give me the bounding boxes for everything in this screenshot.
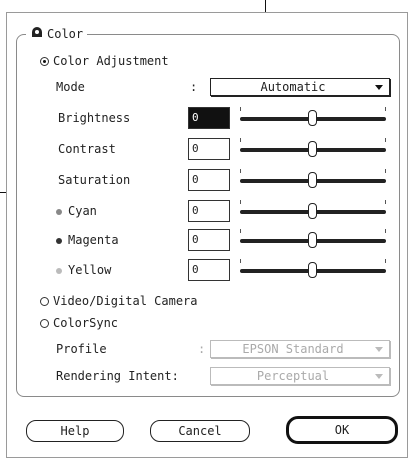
chevron-down-icon: [375, 346, 383, 352]
profile-label: Profile: [56, 342, 107, 356]
saturation-label: Saturation: [58, 173, 131, 187]
cancel-button[interactable]: Cancel: [150, 420, 250, 442]
brightness-field[interactable]: 0: [188, 107, 230, 129]
contrast-label-row: Contrast: [58, 142, 116, 156]
magenta-label: Magenta: [68, 233, 119, 247]
color-group-title: Color: [26, 26, 88, 41]
contrast-slider[interactable]: [240, 138, 386, 160]
contrast-slider-thumb[interactable]: [308, 141, 317, 157]
cyan-label-row: Cyan: [56, 204, 97, 218]
color-adjustment-radio[interactable]: [40, 56, 49, 66]
profile-popup[interactable]: EPSON Standard: [210, 340, 390, 358]
brightness-slider[interactable]: [240, 107, 386, 129]
profile-value: EPSON Standard: [242, 342, 344, 356]
mode-popup[interactable]: Automatic: [210, 78, 390, 96]
cyan-field[interactable]: 0: [188, 200, 230, 222]
video-label: Video/Digital Camera: [53, 294, 198, 308]
cyan-slider-thumb[interactable]: [308, 203, 317, 219]
ok-button[interactable]: OK: [286, 416, 398, 444]
colorsync-label: ColorSync: [53, 316, 119, 330]
rendering-intent-value: Perceptual: [256, 369, 330, 383]
yellow-label-row: Yellow: [56, 263, 111, 277]
contrast-label: Contrast: [58, 142, 116, 156]
brightness-label-row: Brightness: [58, 111, 130, 125]
magenta-field[interactable]: 0: [188, 229, 230, 251]
saturation-slider[interactable]: [240, 169, 386, 191]
color-group-label: Color: [47, 26, 84, 41]
color-wheel-icon: [30, 26, 44, 41]
saturation-slider-thumb[interactable]: [308, 172, 317, 188]
video-option[interactable]: Video/Digital Camera: [40, 294, 198, 308]
contrast-field[interactable]: 0: [188, 138, 230, 160]
saturation-field[interactable]: 0: [188, 169, 230, 191]
cyan-label: Cyan: [68, 204, 97, 218]
mode-colon: :: [190, 80, 198, 94]
magenta-slider[interactable]: [240, 229, 386, 251]
rendering-intent-label: Rendering Intent:: [56, 369, 179, 383]
brightness-slider-thumb[interactable]: [308, 110, 317, 126]
colorsync-option[interactable]: ColorSync: [40, 316, 118, 330]
help-button[interactable]: Help: [26, 420, 124, 442]
cyan-slider[interactable]: [240, 200, 386, 222]
yellow-dot-icon: [56, 267, 62, 274]
mode-value: Automatic: [260, 80, 326, 94]
yellow-field[interactable]: 0: [188, 259, 230, 281]
chevron-down-icon: [375, 84, 383, 90]
chevron-down-icon: [375, 373, 383, 379]
video-radio[interactable]: [40, 296, 49, 306]
mode-label: Mode: [56, 80, 85, 94]
colorsync-radio[interactable]: [40, 318, 49, 328]
magenta-dot-icon: [56, 237, 62, 244]
profile-colon: :: [198, 342, 206, 356]
magenta-slider-thumb[interactable]: [308, 232, 317, 248]
color-adjustment-label: Color Adjustment: [53, 54, 169, 68]
saturation-label-row: Saturation: [58, 173, 130, 187]
yellow-slider[interactable]: [240, 259, 386, 281]
color-adjustment-option[interactable]: Color Adjustment: [40, 54, 169, 68]
cyan-dot-icon: [56, 208, 62, 215]
brightness-label: Brightness: [58, 111, 131, 125]
magenta-label-row: Magenta: [56, 233, 119, 247]
rendering-intent-popup[interactable]: Perceptual: [210, 367, 390, 385]
yellow-slider-thumb[interactable]: [308, 262, 317, 278]
yellow-label: Yellow: [68, 263, 112, 277]
